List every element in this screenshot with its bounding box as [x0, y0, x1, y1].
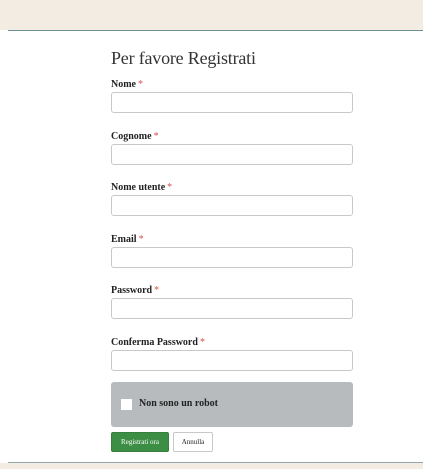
confirm-password-label: Conferma Password * — [111, 337, 205, 348]
cancel-button[interactable]: Annulla — [173, 432, 213, 452]
username-label: Nome utente * — [111, 182, 173, 193]
username-field[interactable] — [111, 195, 353, 216]
required-marker: * — [153, 131, 159, 142]
first-name-field[interactable] — [111, 92, 353, 113]
password-label: Password * — [111, 285, 160, 296]
footer-band — [0, 463, 423, 469]
required-marker: * — [167, 182, 173, 193]
email-field[interactable] — [111, 247, 353, 268]
register-button[interactable]: Registrati ora — [111, 432, 169, 452]
header-band — [0, 0, 423, 30]
username-group: Nome utente * — [111, 181, 353, 216]
confirm-password-field[interactable] — [111, 350, 353, 371]
last-name-group: Cognome * — [111, 130, 353, 165]
last-name-label: Cognome * — [111, 131, 159, 142]
registration-form: Per favore Registrati Nome * Cognome * Nom… — [111, 46, 353, 452]
confirm-password-group: Conferma Password * — [111, 336, 353, 371]
captcha-checkbox[interactable] — [121, 399, 132, 410]
captcha-label: Non sono un robot — [139, 398, 219, 409]
password-group: Password * — [111, 284, 353, 319]
required-marker: * — [138, 234, 144, 245]
first-name-label: Nome * — [111, 79, 143, 90]
password-field[interactable] — [111, 298, 353, 319]
required-marker: * — [154, 285, 160, 296]
required-marker: * — [199, 337, 205, 348]
header-divider — [8, 30, 423, 31]
last-name-field[interactable] — [111, 144, 353, 165]
required-marker: * — [138, 79, 143, 90]
page-title: Per favore Registrati — [111, 48, 256, 68]
email-label: Email * — [111, 234, 144, 245]
first-name-group: Nome * — [111, 78, 353, 113]
captcha-panel: Non sono un robot — [111, 382, 353, 427]
email-group: Email * — [111, 233, 353, 268]
